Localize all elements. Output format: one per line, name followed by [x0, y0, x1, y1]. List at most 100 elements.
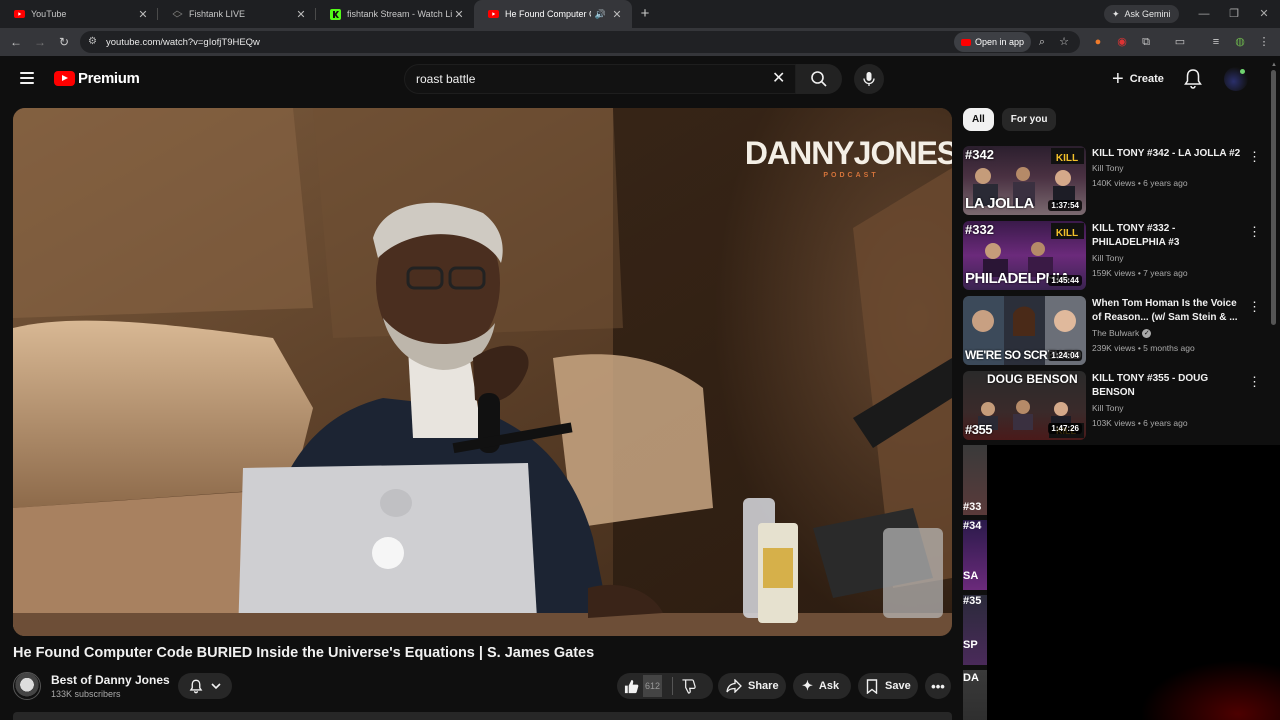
- duration-badge: 1:37:54: [1048, 200, 1082, 211]
- divider: [672, 677, 674, 695]
- browser-tab-current[interactable]: He Found Computer Code | 🔊 ✕: [474, 0, 632, 28]
- search-query: roast battle: [416, 72, 476, 86]
- minimize-window-icon[interactable]: —: [1188, 0, 1220, 28]
- save-button[interactable]: Save: [858, 673, 918, 699]
- maximize-window-icon[interactable]: ❐: [1218, 0, 1250, 28]
- chip-for-you[interactable]: For you: [1001, 108, 1057, 131]
- video-thumbnail[interactable]: KILL DOUG BENSON #355 1:47:26: [963, 371, 1086, 440]
- recommendation-title[interactable]: KILL TONY #342 - LA JOLLA #2: [1092, 147, 1242, 161]
- share-button[interactable]: Share: [718, 673, 786, 699]
- channel-name[interactable]: Best of Danny Jones: [51, 673, 170, 687]
- clipped-thumbnail-label: DA: [963, 672, 979, 684]
- reading-list-icon[interactable]: ≡: [1208, 34, 1224, 50]
- close-tab-icon[interactable]: ✕: [452, 8, 466, 21]
- extensions-puzzle-icon[interactable]: ⧉: [1138, 34, 1154, 50]
- kick-icon: [330, 8, 341, 20]
- channel-avatar[interactable]: [13, 672, 41, 700]
- video-player[interactable]: DANNYJONES PODCAST: [13, 108, 952, 636]
- subscription-notification-button[interactable]: [178, 673, 232, 699]
- ask-gemini-label: Ask Gemini: [1124, 9, 1171, 19]
- recommendation-title[interactable]: KILL TONY #355 - DOUG BENSON: [1092, 372, 1242, 400]
- address-bar[interactable]: ⚙ youtube.com/watch?v=gIofjT9HEQw: [80, 31, 1080, 53]
- video-thumbnail[interactable]: KILL #342 LA JOLLA 1:37:54: [963, 146, 1086, 215]
- red-glow: [1140, 660, 1280, 720]
- recommendation-item[interactable]: WE'RE SO SCREWED 1:24:04 When Tom Homan …: [963, 296, 1273, 366]
- recommendation-title[interactable]: When Tom Homan Is the Voice of Reason...…: [1092, 297, 1242, 325]
- sparkle-icon: ✦: [802, 678, 813, 693]
- recommendation-views: 103K views • 6 years ago: [1092, 418, 1188, 428]
- sidebar-scrollbar[interactable]: [1271, 70, 1276, 325]
- recommendation-views: 159K views • 7 years ago: [1092, 268, 1188, 278]
- youtube-premium-logo[interactable]: Premium: [54, 70, 140, 87]
- more-options-icon[interactable]: ⋮: [1248, 375, 1261, 389]
- clipped-thumbnail[interactable]: #33: [963, 445, 987, 515]
- clipped-thumbnail[interactable]: #34 SA: [963, 520, 987, 590]
- extension-badge-icon[interactable]: ◉: [1114, 34, 1130, 50]
- browser-toolbar: ← → ↻ ⚙ youtube.com/watch?v=gIofjT9HEQw …: [0, 28, 1280, 56]
- chip-all[interactable]: All: [963, 108, 994, 131]
- video-frame: DANNYJONES PODCAST: [13, 108, 952, 636]
- recommendation-channel[interactable]: Kill Tony: [1092, 163, 1124, 173]
- reload-icon[interactable]: ↻: [55, 33, 73, 51]
- browser-menu-icon[interactable]: ⋮: [1256, 34, 1272, 50]
- recommendation-channel[interactable]: Kill Tony: [1092, 253, 1124, 263]
- open-in-app-button[interactable]: Open in app: [954, 32, 1032, 52]
- more-options-icon[interactable]: ⋮: [1248, 150, 1261, 164]
- more-options-icon[interactable]: ⋮: [1248, 225, 1261, 239]
- notifications-bell-icon[interactable]: [1183, 68, 1203, 90]
- search-button[interactable]: [796, 64, 842, 94]
- profile-avatar-icon[interactable]: ◍: [1232, 34, 1248, 50]
- create-button[interactable]: + Create: [1104, 65, 1172, 93]
- close-tab-icon[interactable]: ✕: [610, 8, 624, 21]
- close-tab-icon[interactable]: ✕: [294, 8, 308, 21]
- zoom-icon[interactable]: ⌕: [1034, 34, 1050, 50]
- recommendation-channel[interactable]: The Bulwark: [1092, 328, 1139, 338]
- ask-button[interactable]: ✦ Ask: [793, 673, 851, 699]
- thumbnail-episode: #355: [965, 422, 992, 437]
- thumbs-down-icon[interactable]: [681, 678, 696, 694]
- description-box[interactable]: [13, 712, 952, 720]
- more-options-icon[interactable]: ⋮: [1248, 300, 1261, 314]
- recommendation-channel[interactable]: Kill Tony: [1092, 403, 1124, 413]
- more-actions-button[interactable]: •••: [925, 673, 951, 699]
- browser-tab-kick[interactable]: fishtank Stream - Watch Live on ✕: [316, 0, 474, 28]
- recommendation-item[interactable]: KILL DOUG BENSON #355 1:47:26 KILL TONY …: [963, 371, 1273, 441]
- clear-search-icon[interactable]: ✕: [772, 70, 785, 88]
- tab-title: YouTube: [31, 9, 67, 19]
- tab-title: Fishtank LIVE: [189, 9, 246, 19]
- menu-icon[interactable]: [20, 72, 34, 84]
- extension-icon[interactable]: ●: [1090, 34, 1106, 50]
- video-thumbnail[interactable]: KILL #332 PHILADELPHIA 1:45:44: [963, 221, 1086, 290]
- scroll-up-icon[interactable]: ▲: [1271, 62, 1277, 68]
- open-in-app-label: Open in app: [975, 37, 1025, 47]
- subscriber-count: 133K subscribers: [51, 689, 121, 699]
- ask-gemini-button[interactable]: ✦ Ask Gemini: [1104, 5, 1179, 23]
- close-tab-icon[interactable]: ✕: [136, 8, 150, 21]
- site-info-icon[interactable]: ⚙: [88, 36, 100, 48]
- recommendation-item[interactable]: KILL #332 PHILADELPHIA 1:45:44 KILL TONY…: [963, 221, 1273, 291]
- account-avatar[interactable]: [1224, 67, 1248, 91]
- clipped-thumbnail[interactable]: #35 SP: [963, 595, 987, 665]
- back-arrow-icon[interactable]: ←: [7, 33, 25, 51]
- video-thumbnail[interactable]: WE'RE SO SCREWED 1:24:04: [963, 296, 1086, 365]
- thumbnail-episode: #332: [965, 222, 994, 237]
- clipped-thumbnail[interactable]: DA: [963, 670, 987, 720]
- speaker-icon[interactable]: 🔊: [595, 9, 606, 20]
- forward-arrow-icon[interactable]: →: [31, 33, 49, 51]
- recommendation-title[interactable]: KILL TONY #332 - PHILADELPHIA #3: [1092, 222, 1242, 250]
- clipped-thumbnail-label: SA: [963, 570, 979, 582]
- voice-search-button[interactable]: [854, 64, 884, 94]
- bookmark-star-icon[interactable]: ☆: [1056, 34, 1072, 50]
- like-button[interactable]: 612: [617, 673, 663, 699]
- recommendation-item[interactable]: KILL #342 LA JOLLA 1:37:54 KILL TONY #34…: [963, 146, 1273, 216]
- tab-title: He Found Computer Code |: [505, 9, 591, 19]
- new-tab-button[interactable]: +: [632, 0, 658, 28]
- media-cast-icon[interactable]: ▭: [1172, 34, 1188, 50]
- clipped-thumbnail-label: #33: [963, 501, 982, 513]
- browser-tab-fishtank[interactable]: Fishtank LIVE ✕: [158, 0, 316, 28]
- close-window-icon[interactable]: ✕: [1248, 0, 1280, 28]
- browser-tab-youtube[interactable]: YouTube ✕: [0, 0, 158, 28]
- video-title: He Found Computer Code BURIED Inside the…: [13, 645, 595, 661]
- search-input[interactable]: roast battle: [404, 64, 796, 94]
- like-count: 612: [643, 675, 663, 697]
